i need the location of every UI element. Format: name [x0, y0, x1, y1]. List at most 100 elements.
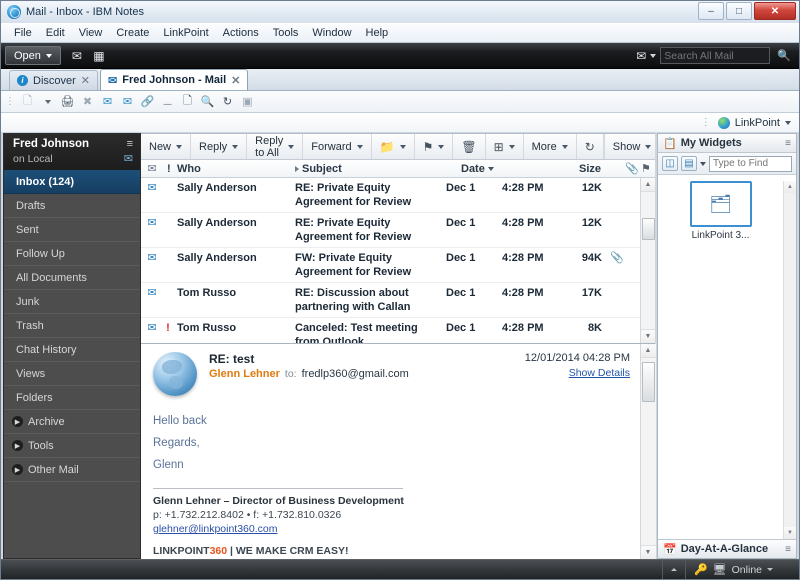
calendar-icon[interactable]: ▦ — [89, 46, 109, 65]
sidebar-item-chat-history[interactable]: Chat History — [4, 338, 140, 362]
table-row[interactable]: ✉ ! Tom Russo Canceled: Test meeting fro… — [141, 318, 640, 343]
properties-icon[interactable]: ▣ — [238, 93, 257, 111]
resize-grip[interactable] — [785, 564, 797, 576]
forward-button[interactable]: Forward — [303, 134, 372, 159]
chevron-right-icon[interactable]: ▶ — [12, 464, 23, 475]
more-button[interactable]: More — [524, 134, 577, 159]
search-all-mail-box[interactable] — [660, 47, 771, 64]
reply-button[interactable]: Reply — [191, 134, 248, 159]
flag-icon[interactable]: ⚑ — [637, 160, 655, 177]
sidebar-item-junk[interactable]: Junk — [4, 290, 140, 314]
column-header-size[interactable]: Size — [575, 160, 621, 177]
mail-add-icon[interactable]: ✉ — [98, 93, 117, 111]
preview-sender[interactable]: Glenn Lehner — [209, 368, 280, 380]
message-list-scrollbar[interactable]: ▲ ▼ — [640, 178, 655, 343]
signature-email-link[interactable]: glehner@linkpoint360.com — [153, 523, 277, 535]
menu-help[interactable]: Help — [359, 25, 396, 41]
sidebar-item-inbox[interactable]: Inbox (124) — [4, 170, 140, 194]
sidebar-item-archive[interactable]: ▶ Archive — [4, 410, 140, 434]
search-icon[interactable]: 🔍 — [774, 49, 791, 62]
chevron-right-icon[interactable]: ▶ — [12, 416, 23, 427]
sidebar-item-views[interactable]: Views — [4, 362, 140, 386]
linkpoint-chevron-down-icon[interactable] — [785, 120, 791, 125]
follow-up-flag-button[interactable]: ⚑ — [415, 134, 454, 159]
delete-button[interactable]: 🗑 — [453, 134, 486, 159]
sidebar-item-all-documents[interactable]: All Documents — [4, 266, 140, 290]
chevron-down-icon[interactable] — [767, 568, 773, 571]
status-expand-section[interactable] — [661, 560, 685, 579]
menu-actions[interactable]: Actions — [216, 25, 266, 41]
scrollbar-thumb[interactable] — [641, 218, 655, 240]
sidebar-item-tools[interactable]: ▶ Tools — [4, 434, 140, 458]
move-to-folder-button[interactable]: 📁 — [372, 134, 415, 159]
preview-scroll-up-button[interactable]: ▲ — [640, 344, 656, 358]
link-icon[interactable]: 🔗 — [138, 93, 157, 111]
widgets-scroll-up-button[interactable]: ▲ — [784, 181, 796, 193]
reply-to-all-button[interactable]: Reply to All — [247, 134, 304, 159]
refresh-button[interactable]: ↻ — [577, 134, 604, 159]
sidebar-item-follow-up[interactable]: Follow Up — [4, 242, 140, 266]
table-row[interactable]: ✉ Sally Anderson RE: Private Equity Agre… — [141, 178, 640, 213]
mail-icon[interactable]: ✉ — [67, 46, 87, 65]
sidebar-item-folders[interactable]: Folders — [4, 386, 140, 410]
find-icon[interactable]: 🔍 — [198, 93, 217, 111]
network-icon[interactable]: 🖥 — [713, 563, 727, 576]
scroll-down-button[interactable]: ▼ — [640, 329, 655, 343]
table-row[interactable]: ✉ Tom Russo RE: Discussion about partner… — [141, 283, 640, 318]
chevron-up-icon[interactable] — [670, 568, 677, 571]
show-button[interactable]: Show — [605, 134, 660, 159]
hamburger-icon[interactable]: ≡ — [127, 138, 133, 150]
sidebar-item-drafts[interactable]: Drafts — [4, 194, 140, 218]
scrollbar-track[interactable] — [640, 192, 655, 329]
linkpoint-grip[interactable]: ⋮ — [701, 117, 711, 128]
show-details-link[interactable]: Show Details — [525, 367, 630, 379]
widgets-scroll-down-button[interactable]: ▼ — [784, 527, 796, 539]
search-scope-chevron-icon[interactable] — [650, 53, 657, 58]
column-header-read-status[interactable]: ✉ — [141, 160, 163, 177]
linkpoint-label[interactable]: LinkPoint — [735, 117, 780, 129]
dropdown-caret-icon[interactable] — [38, 93, 57, 111]
unlink-icon[interactable]: ⚊ — [158, 93, 177, 111]
copy-into-button[interactable]: ⊞ — [486, 134, 524, 159]
widgets-scrollbar-track[interactable] — [784, 193, 796, 527]
open-button[interactable]: Open — [5, 46, 61, 65]
scroll-up-button[interactable]: ▲ — [640, 178, 655, 192]
widget-linkpoint[interactable]: 🗂 LinkPoint 3... — [683, 181, 759, 539]
menu-tools[interactable]: Tools — [266, 25, 306, 41]
new-document-icon[interactable]: 🗋 — [18, 93, 37, 111]
type-to-find-input[interactable] — [713, 158, 788, 169]
column-header-priority[interactable]: ! — [163, 160, 173, 177]
cancel-icon[interactable]: ✖ — [78, 93, 97, 111]
copy-icon[interactable]: 🗋 — [178, 93, 197, 111]
chevron-down-icon[interactable] — [700, 161, 706, 166]
preview-scrollbar-track[interactable] — [640, 358, 656, 545]
widget-detail-icon[interactable]: ▤ — [681, 156, 697, 171]
column-header-subject[interactable]: Subject — [291, 160, 457, 177]
refresh-icon[interactable]: ↻ — [218, 93, 237, 111]
menu-edit[interactable]: Edit — [39, 25, 72, 41]
menu-file[interactable]: File — [7, 25, 39, 41]
key-icon[interactable]: 🔑 — [694, 563, 708, 576]
column-header-who[interactable]: Who — [173, 160, 291, 177]
toolbar-grip[interactable]: ⋮ — [5, 96, 15, 107]
menu-window[interactable]: Window — [305, 25, 358, 41]
preview-recipient[interactable]: fredlp360@gmail.com — [302, 368, 409, 380]
search-input[interactable] — [664, 49, 767, 62]
widget-find-box[interactable] — [709, 155, 792, 172]
status-online-label[interactable]: Online — [732, 564, 762, 576]
hamburger-icon[interactable]: ≡ — [785, 544, 791, 555]
mail-add-alt-icon[interactable]: ✉ — [118, 93, 137, 111]
menu-linkpoint[interactable]: LinkPoint — [156, 25, 215, 41]
tab-discover[interactable]: i Discover ✕ — [9, 70, 99, 90]
hamburger-icon[interactable]: ≡ — [785, 138, 791, 149]
search-scope-icon[interactable]: ✉ — [636, 49, 646, 63]
widget-list-icon[interactable]: ◫ — [662, 156, 678, 171]
menu-create[interactable]: Create — [109, 25, 156, 41]
maximize-button[interactable]: □ — [726, 2, 752, 20]
chevron-right-icon[interactable]: ▶ — [12, 440, 23, 451]
preview-scrollbar[interactable]: ▲ ▼ — [640, 344, 656, 559]
table-row[interactable]: ✉ Sally Anderson RE: Private Equity Agre… — [141, 213, 640, 248]
widget-tile[interactable]: 🗂 — [689, 181, 752, 227]
paperclip-icon[interactable]: 📎 — [621, 160, 639, 177]
print-icon[interactable]: 🖨 — [58, 93, 77, 111]
